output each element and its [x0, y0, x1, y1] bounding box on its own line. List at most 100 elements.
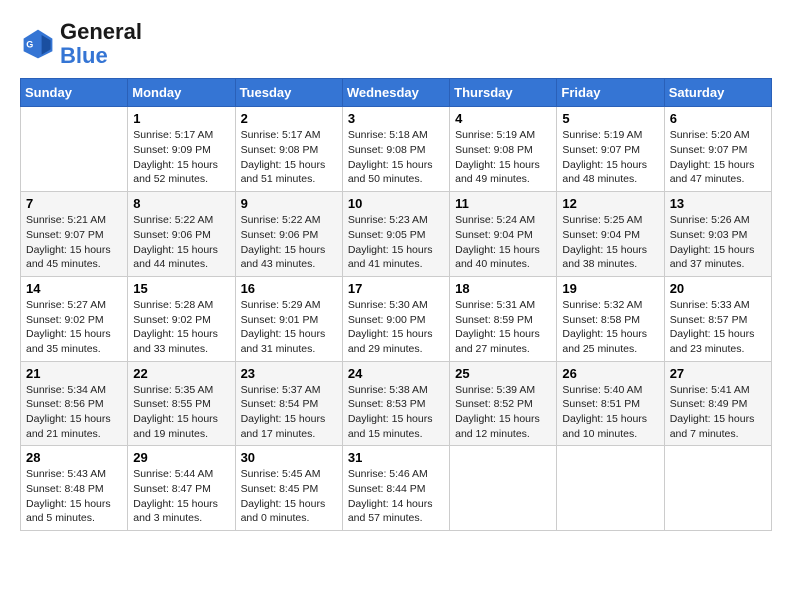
day-number: 13 — [670, 196, 766, 211]
calendar-cell: 26 Sunrise: 5:40 AMSunset: 8:51 PMDayligh… — [557, 361, 664, 446]
calendar-table: SundayMondayTuesdayWednesdayThursdayFrid… — [20, 78, 772, 531]
calendar-cell: 5 Sunrise: 5:19 AMSunset: 9:07 PMDaylight… — [557, 107, 664, 192]
calendar-cell: 19 Sunrise: 5:32 AMSunset: 8:58 PMDayligh… — [557, 276, 664, 361]
logo-blue-text: Blue — [60, 43, 108, 68]
day-number: 9 — [241, 196, 337, 211]
cell-sun-info: Sunrise: 5:31 AMSunset: 8:59 PMDaylight:… — [455, 298, 551, 357]
cell-sun-info: Sunrise: 5:38 AMSunset: 8:53 PMDaylight:… — [348, 383, 444, 442]
logo-icon: G — [20, 26, 56, 62]
calendar-week-row: 14 Sunrise: 5:27 AMSunset: 9:02 PMDayligh… — [21, 276, 772, 361]
calendar-cell: 12 Sunrise: 5:25 AMSunset: 9:04 PMDayligh… — [557, 192, 664, 277]
calendar-cell: 31 Sunrise: 5:46 AMSunset: 8:44 PMDayligh… — [342, 446, 449, 531]
day-number: 24 — [348, 366, 444, 381]
cell-sun-info: Sunrise: 5:24 AMSunset: 9:04 PMDaylight:… — [455, 213, 551, 272]
col-header-saturday: Saturday — [664, 79, 771, 107]
calendar-cell: 29 Sunrise: 5:44 AMSunset: 8:47 PMDayligh… — [128, 446, 235, 531]
calendar-week-row: 21Sunrise: 5:34 AMSunset: 8:56 PMDayligh… — [21, 361, 772, 446]
day-number: 15 — [133, 281, 229, 296]
calendar-cell — [557, 446, 664, 531]
day-number: 7 — [26, 196, 122, 211]
cell-sun-info: Sunrise: 5:37 AMSunset: 8:54 PMDaylight:… — [241, 383, 337, 442]
calendar-cell: 30Sunrise: 5:45 AMSunset: 8:45 PMDayligh… — [235, 446, 342, 531]
calendar-cell: 10Sunrise: 5:23 AMSunset: 9:05 PMDayligh… — [342, 192, 449, 277]
calendar-cell: 18Sunrise: 5:31 AMSunset: 8:59 PMDayligh… — [450, 276, 557, 361]
cell-sun-info: Sunrise: 5:20 AMSunset: 9:07 PMDaylight:… — [670, 128, 766, 187]
day-number: 11 — [455, 196, 551, 211]
cell-sun-info: Sunrise: 5:40 AMSunset: 8:51 PMDaylight:… — [562, 383, 658, 442]
calendar-cell: 11 Sunrise: 5:24 AMSunset: 9:04 PMDayligh… — [450, 192, 557, 277]
day-number: 14 — [26, 281, 122, 296]
day-number: 1 — [133, 111, 229, 126]
col-header-friday: Friday — [557, 79, 664, 107]
calendar-cell: 25 Sunrise: 5:39 AMSunset: 8:52 PMDayligh… — [450, 361, 557, 446]
day-number: 31 — [348, 450, 444, 465]
logo: G GeneralBlue — [20, 20, 142, 68]
calendar-week-row: 28Sunrise: 5:43 AMSunset: 8:48 PMDayligh… — [21, 446, 772, 531]
calendar-cell — [450, 446, 557, 531]
cell-sun-info: Sunrise: 5:33 AMSunset: 8:57 PMDaylight:… — [670, 298, 766, 357]
col-header-thursday: Thursday — [450, 79, 557, 107]
calendar-cell: 6 Sunrise: 5:20 AMSunset: 9:07 PMDaylight… — [664, 107, 771, 192]
calendar-cell: 20 Sunrise: 5:33 AMSunset: 8:57 PMDayligh… — [664, 276, 771, 361]
day-number: 22 — [133, 366, 229, 381]
calendar-cell: 8 Sunrise: 5:22 AMSunset: 9:06 PMDaylight… — [128, 192, 235, 277]
cell-sun-info: Sunrise: 5:30 AMSunset: 9:00 PMDaylight:… — [348, 298, 444, 357]
cell-sun-info: Sunrise: 5:35 AMSunset: 8:55 PMDaylight:… — [133, 383, 229, 442]
calendar-header-row: SundayMondayTuesdayWednesdayThursdayFrid… — [21, 79, 772, 107]
calendar-cell: 7 Sunrise: 5:21 AMSunset: 9:07 PMDaylight… — [21, 192, 128, 277]
col-header-wednesday: Wednesday — [342, 79, 449, 107]
cell-sun-info: Sunrise: 5:22 AMSunset: 9:06 PMDaylight:… — [133, 213, 229, 272]
col-header-tuesday: Tuesday — [235, 79, 342, 107]
cell-sun-info: Sunrise: 5:21 AMSunset: 9:07 PMDaylight:… — [26, 213, 122, 272]
cell-sun-info: Sunrise: 5:27 AMSunset: 9:02 PMDaylight:… — [26, 298, 122, 357]
day-number: 12 — [562, 196, 658, 211]
day-number: 20 — [670, 281, 766, 296]
calendar-cell: 2 Sunrise: 5:17 AMSunset: 9:08 PMDaylight… — [235, 107, 342, 192]
day-number: 19 — [562, 281, 658, 296]
day-number: 2 — [241, 111, 337, 126]
cell-sun-info: Sunrise: 5:22 AMSunset: 9:06 PMDaylight:… — [241, 213, 337, 272]
day-number: 8 — [133, 196, 229, 211]
calendar-week-row: 7 Sunrise: 5:21 AMSunset: 9:07 PMDaylight… — [21, 192, 772, 277]
day-number: 3 — [348, 111, 444, 126]
cell-sun-info: Sunrise: 5:44 AMSunset: 8:47 PMDaylight:… — [133, 467, 229, 526]
day-number: 5 — [562, 111, 658, 126]
cell-sun-info: Sunrise: 5:32 AMSunset: 8:58 PMDaylight:… — [562, 298, 658, 357]
day-number: 28 — [26, 450, 122, 465]
logo-general-text: GeneralBlue — [60, 20, 142, 68]
calendar-cell — [21, 107, 128, 192]
day-number: 6 — [670, 111, 766, 126]
calendar-cell: 21Sunrise: 5:34 AMSunset: 8:56 PMDayligh… — [21, 361, 128, 446]
calendar-cell: 16Sunrise: 5:29 AMSunset: 9:01 PMDayligh… — [235, 276, 342, 361]
cell-sun-info: Sunrise: 5:41 AMSunset: 8:49 PMDaylight:… — [670, 383, 766, 442]
calendar-cell: 9 Sunrise: 5:22 AMSunset: 9:06 PMDaylight… — [235, 192, 342, 277]
col-header-sunday: Sunday — [21, 79, 128, 107]
calendar-cell — [664, 446, 771, 531]
cell-sun-info: Sunrise: 5:19 AMSunset: 9:08 PMDaylight:… — [455, 128, 551, 187]
calendar-cell: 17Sunrise: 5:30 AMSunset: 9:00 PMDayligh… — [342, 276, 449, 361]
day-number: 16 — [241, 281, 337, 296]
day-number: 30 — [241, 450, 337, 465]
calendar-cell: 3Sunrise: 5:18 AMSunset: 9:08 PMDaylight… — [342, 107, 449, 192]
cell-sun-info: Sunrise: 5:17 AMSunset: 9:09 PMDaylight:… — [133, 128, 229, 187]
page-header: G GeneralBlue — [20, 20, 772, 68]
cell-sun-info: Sunrise: 5:25 AMSunset: 9:04 PMDaylight:… — [562, 213, 658, 272]
day-number: 26 — [562, 366, 658, 381]
cell-sun-info: Sunrise: 5:46 AMSunset: 8:44 PMDaylight:… — [348, 467, 444, 526]
calendar-cell: 24 Sunrise: 5:38 AMSunset: 8:53 PMDayligh… — [342, 361, 449, 446]
day-number: 23 — [241, 366, 337, 381]
calendar-cell: 14 Sunrise: 5:27 AMSunset: 9:02 PMDayligh… — [21, 276, 128, 361]
cell-sun-info: Sunrise: 5:19 AMSunset: 9:07 PMDaylight:… — [562, 128, 658, 187]
cell-sun-info: Sunrise: 5:34 AMSunset: 8:56 PMDaylight:… — [26, 383, 122, 442]
cell-sun-info: Sunrise: 5:39 AMSunset: 8:52 PMDaylight:… — [455, 383, 551, 442]
cell-sun-info: Sunrise: 5:17 AMSunset: 9:08 PMDaylight:… — [241, 128, 337, 187]
day-number: 27 — [670, 366, 766, 381]
day-number: 25 — [455, 366, 551, 381]
calendar-cell: 23 Sunrise: 5:37 AMSunset: 8:54 PMDayligh… — [235, 361, 342, 446]
calendar-cell: 22 Sunrise: 5:35 AMSunset: 8:55 PMDayligh… — [128, 361, 235, 446]
day-number: 10 — [348, 196, 444, 211]
cell-sun-info: Sunrise: 5:28 AMSunset: 9:02 PMDaylight:… — [133, 298, 229, 357]
calendar-cell: 13Sunrise: 5:26 AMSunset: 9:03 PMDayligh… — [664, 192, 771, 277]
day-number: 29 — [133, 450, 229, 465]
calendar-cell: 15 Sunrise: 5:28 AMSunset: 9:02 PMDayligh… — [128, 276, 235, 361]
